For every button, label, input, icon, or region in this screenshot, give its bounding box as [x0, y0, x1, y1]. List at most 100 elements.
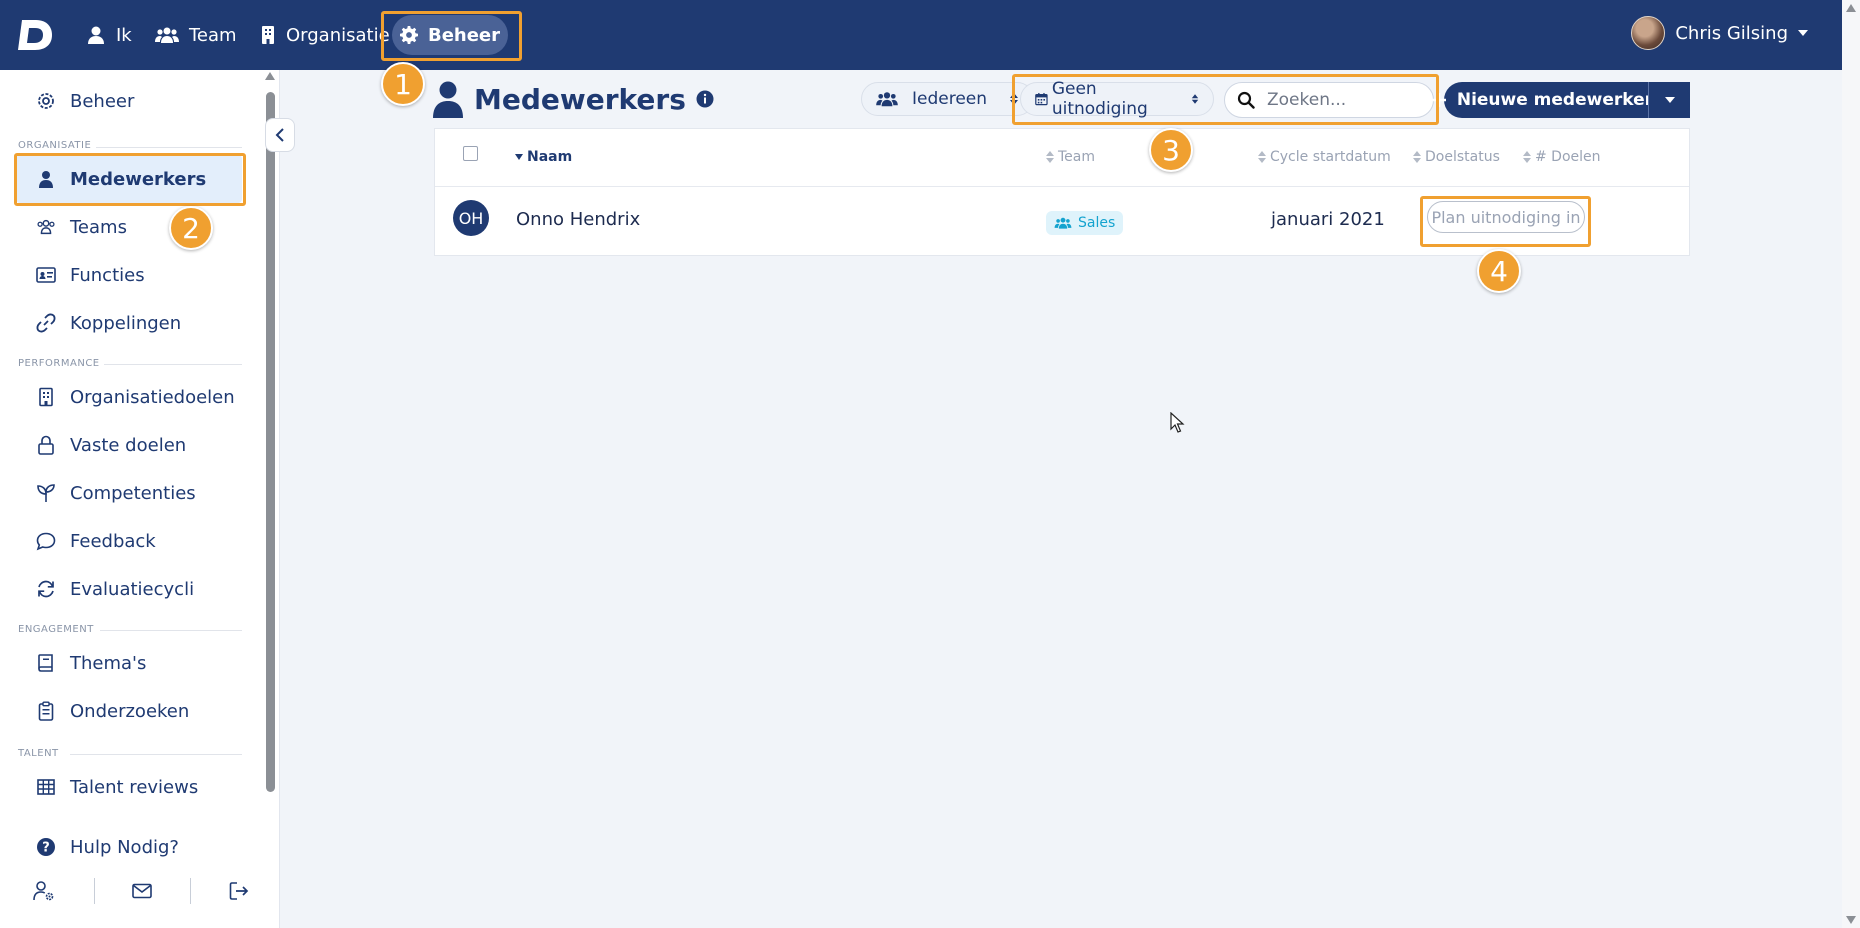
- highlight-box-medewerkers: [14, 153, 246, 206]
- app-logo[interactable]: [16, 16, 54, 54]
- mouse-cursor-icon: [1170, 412, 1185, 433]
- user-icon: [433, 81, 463, 118]
- user-menu[interactable]: Chris Gilsing: [1631, 16, 1808, 50]
- sidebar-item-organisatiedoelen[interactable]: Organisatiedoelen: [36, 384, 235, 410]
- info-icon[interactable]: [696, 90, 714, 108]
- caret-down-icon: [1798, 30, 1808, 36]
- building-icon: [39, 387, 53, 407]
- nav-item-organisatie[interactable]: Organisatie: [260, 18, 390, 52]
- caret-down-icon: [1664, 97, 1675, 103]
- nav-item-ik[interactable]: Ik: [86, 18, 132, 52]
- sidebar-item-label: Evaluatiecycli: [70, 578, 195, 600]
- sidebar-item-talent-reviews[interactable]: Talent reviews: [36, 774, 198, 800]
- scroll-up-icon[interactable]: [1846, 4, 1856, 12]
- cycle-start-date: januari 2021: [1271, 209, 1385, 230]
- sidebar-item-vaste-doelen[interactable]: Vaste doelen: [36, 432, 186, 458]
- highlight-box-plan-invitation: [1420, 196, 1591, 247]
- step-marker-1: 1: [381, 62, 425, 106]
- sidebar-item-beheer[interactable]: Beheer: [36, 88, 134, 114]
- sidebar-item-label: Competenties: [70, 482, 196, 504]
- lock-icon: [38, 435, 54, 455]
- column-header-team[interactable]: Team: [1046, 149, 1095, 165]
- step-marker-2: 2: [169, 206, 213, 250]
- nav-item-label: Team: [189, 24, 237, 46]
- section-label-organisatie: ORGANISATIE: [18, 140, 92, 151]
- column-header-label: Team: [1058, 149, 1096, 165]
- link-icon: [36, 313, 56, 333]
- question-circle-icon: ?: [37, 838, 55, 856]
- id-card-icon: [36, 267, 56, 283]
- scroll-down-icon[interactable]: [1846, 916, 1856, 924]
- sort-icon: [1046, 151, 1054, 163]
- svg-text:?: ?: [42, 841, 50, 856]
- footer-divider: [94, 878, 95, 904]
- user-name: Chris Gilsing: [1675, 22, 1788, 44]
- footer-divider: [190, 878, 191, 904]
- chevron-left-icon: [275, 128, 284, 142]
- building-icon: [262, 26, 274, 44]
- section-divider: [104, 364, 242, 365]
- sidebar-item-functies[interactable]: Functies: [36, 262, 145, 288]
- top-navigation-bar: Ik Team Organisatie Beheer Chris Gilsing: [0, 0, 1842, 70]
- page-title-text: Medewerkers: [474, 82, 686, 116]
- select-all-checkbox[interactable]: [463, 146, 478, 161]
- step-marker-3: 3: [1149, 128, 1193, 172]
- section-divider: [70, 754, 242, 755]
- team-badge[interactable]: Sales: [1046, 211, 1124, 235]
- nav-item-team[interactable]: Team: [155, 18, 237, 52]
- scroll-up-icon[interactable]: [265, 72, 275, 80]
- envelope-icon[interactable]: [131, 880, 153, 902]
- section-label-performance: PERFORMANCE: [18, 358, 100, 369]
- seedling-icon: [37, 484, 55, 502]
- sidebar-item-koppelingen[interactable]: Koppelingen: [36, 310, 181, 336]
- column-header-doelen[interactable]: # Doelen: [1523, 149, 1601, 165]
- new-employees-dropdown-button[interactable]: [1648, 82, 1690, 118]
- user-icon: [88, 26, 104, 44]
- logout-icon[interactable]: [228, 880, 250, 902]
- team-badge-label: Sales: [1078, 215, 1116, 231]
- sort-desc-icon: [515, 154, 523, 160]
- book-icon: [38, 654, 53, 672]
- nav-item-label: Ik: [116, 24, 132, 46]
- sidebar-item-feedback[interactable]: Feedback: [36, 528, 156, 554]
- sidebar-item-onderzoeken[interactable]: Onderzoeken: [36, 698, 189, 724]
- sidebar-item-help[interactable]: ? Hulp Nodig?: [36, 834, 179, 860]
- sidebar-item-themas[interactable]: Thema's: [36, 650, 146, 676]
- users-icon: [37, 219, 55, 235]
- clipboard-icon: [38, 701, 54, 721]
- column-header-cycle-startdatum[interactable]: Cycle startdatum: [1258, 149, 1391, 165]
- sidebar-item-evaluatiecycli[interactable]: Evaluatiecycli: [36, 576, 194, 602]
- section-divider: [96, 147, 242, 148]
- employee-avatar[interactable]: OH: [453, 200, 489, 236]
- refresh-icon: [38, 580, 54, 598]
- users-icon: [1054, 217, 1072, 229]
- filter-everyone-select[interactable]: Iedereen: [861, 82, 1035, 116]
- sidebar-item-competenties[interactable]: Competenties: [36, 480, 196, 506]
- employee-name[interactable]: Onno Hendrix: [516, 209, 640, 230]
- sidebar-item-label: Thema's: [70, 652, 147, 674]
- step-marker-4: 4: [1477, 249, 1521, 293]
- sort-icon: [1258, 151, 1266, 163]
- sidebar-item-teams[interactable]: Teams: [36, 214, 127, 240]
- column-header-label: Doelstatus: [1425, 149, 1500, 165]
- page-scrollbar[interactable]: [1842, 0, 1860, 928]
- column-header-label: Naam: [527, 149, 573, 165]
- sort-icon: [1523, 151, 1531, 163]
- sort-icon: [1413, 151, 1421, 163]
- gear-icon: [38, 93, 54, 109]
- sidebar-item-label: Feedback: [70, 530, 156, 552]
- collapse-sidebar-button[interactable]: [265, 118, 295, 152]
- sidebar-item-label: Organisatiedoelen: [70, 386, 235, 408]
- sidebar-item-label: Functies: [70, 264, 145, 286]
- sidebar-scroll-thumb[interactable]: [266, 92, 275, 792]
- sidebar-item-label: Teams: [70, 216, 127, 238]
- sidebar-item-label: Hulp Nodig?: [70, 836, 179, 858]
- column-header-naam[interactable]: Naam: [515, 149, 572, 165]
- user-settings-icon[interactable]: [33, 880, 55, 902]
- page-title: Medewerkers: [432, 80, 714, 118]
- nav-item-label: Organisatie: [286, 24, 390, 46]
- user-avatar: [1631, 16, 1666, 50]
- new-employees-label: Nieuwe medewerkers: [1456, 90, 1664, 110]
- sidebar-item-label: Koppelingen: [70, 312, 182, 334]
- column-header-doelstatus[interactable]: Doelstatus: [1413, 149, 1500, 165]
